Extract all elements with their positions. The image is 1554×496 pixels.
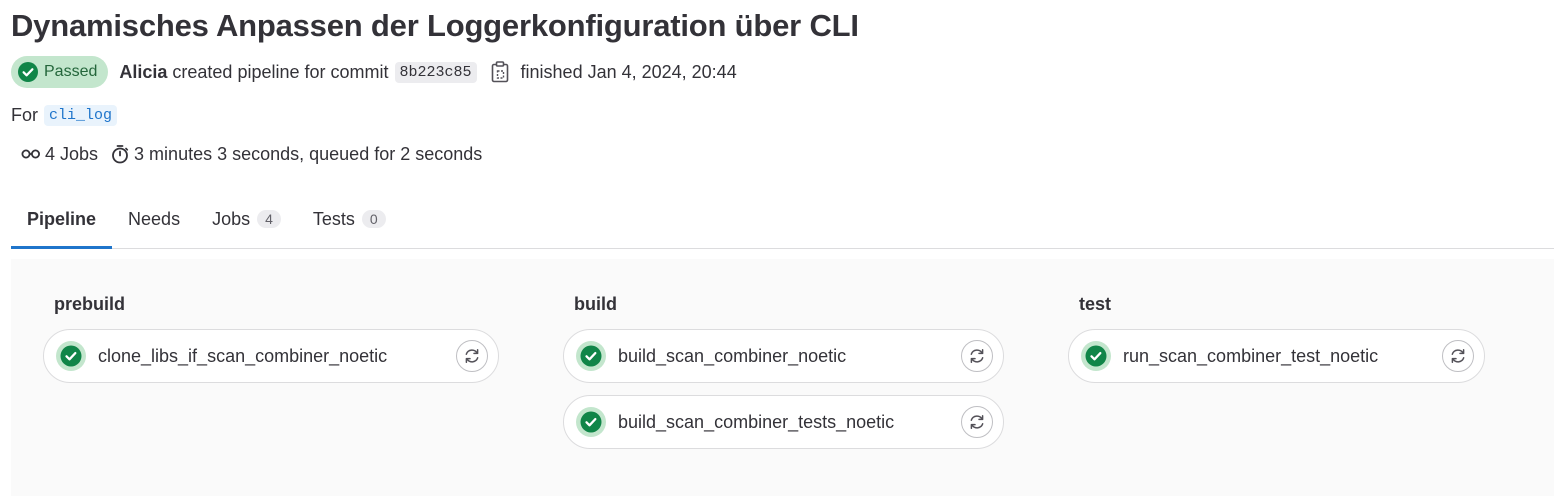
- retry-job-button[interactable]: [456, 340, 488, 372]
- job-card[interactable]: clone_libs_if_scan_combiner_noetic: [43, 329, 499, 383]
- job-card[interactable]: build_scan_combiner_noetic: [563, 329, 1004, 383]
- tab-count-badge: 4: [257, 210, 281, 228]
- status-label: Passed: [44, 63, 98, 80]
- job-card[interactable]: run_scan_combiner_test_noetic: [1068, 329, 1485, 383]
- retry-icon: [1451, 349, 1465, 363]
- retry-job-button[interactable]: [961, 406, 993, 438]
- pipeline-meta: Passed Alicia created pipeline for commi…: [11, 56, 737, 88]
- page-title: Dynamisches Anpassen der Loggerkonfigura…: [11, 8, 859, 43]
- retry-job-button[interactable]: [1442, 340, 1474, 372]
- check-circle-icon: [56, 341, 86, 371]
- tab-count-badge: 0: [361, 210, 386, 228]
- branch-ref-link[interactable]: cli_log: [44, 104, 118, 126]
- pipeline-icon: [21, 149, 40, 159]
- job-name: run_scan_combiner_test_noetic: [1123, 345, 1379, 366]
- for-label: For: [11, 104, 38, 125]
- tab-label: Jobs: [212, 208, 251, 229]
- tab-needs[interactable]: Needs: [112, 190, 196, 248]
- tab-label: Needs: [128, 208, 181, 229]
- finished-time: finished Jan 4, 2024, 20:44: [520, 61, 737, 82]
- job-card[interactable]: build_scan_combiner_tests_noetic: [563, 395, 1004, 449]
- timer-icon: [112, 145, 129, 164]
- tab-jobs[interactable]: Jobs 4: [196, 190, 297, 248]
- retry-job-button[interactable]: [961, 340, 993, 372]
- author-name[interactable]: Alicia: [119, 62, 167, 83]
- check-circle-icon: [576, 341, 606, 371]
- jobs-count: 4 Jobs: [45, 143, 99, 164]
- stage-title-test: test: [1079, 294, 1112, 314]
- check-circle-icon: [1081, 341, 1111, 371]
- retry-icon: [465, 349, 479, 363]
- job-name: build_scan_combiner_tests_noetic: [618, 411, 895, 432]
- ref-row: For cli_log: [11, 103, 118, 127]
- stage-title-build: build: [574, 294, 617, 314]
- commit-sha-link[interactable]: 8b223c85: [394, 61, 477, 83]
- retry-icon: [970, 349, 984, 363]
- check-circle-icon: [576, 407, 606, 437]
- stage-title-prebuild: prebuild: [54, 294, 125, 314]
- pipeline-graph: prebuild build test clone_libs_if_scan_c…: [11, 259, 1554, 496]
- copy-commit-button[interactable]: [489, 60, 511, 84]
- duration-text: 3 minutes 3 seconds, queued for 2 second…: [134, 143, 483, 164]
- check-circle-icon: [18, 62, 38, 82]
- status-badge[interactable]: Passed: [11, 56, 109, 88]
- tab-tests[interactable]: Tests 0: [297, 190, 402, 248]
- created-text: created pipeline for commit: [172, 61, 389, 82]
- pipeline-stats: 4 Jobs 3 minutes 3 seconds, queued for 2…: [21, 142, 482, 166]
- job-name: build_scan_combiner_noetic: [618, 345, 847, 366]
- tab-label: Tests: [312, 208, 355, 229]
- tab-label: Pipeline: [27, 208, 97, 229]
- clipboard-icon: [491, 61, 508, 83]
- job-name: clone_libs_if_scan_combiner_noetic: [98, 345, 388, 366]
- retry-icon: [970, 415, 984, 429]
- tab-pipeline[interactable]: Pipeline: [11, 190, 113, 249]
- pipeline-tabs: Pipeline Needs Jobs 4 Tests 0: [11, 190, 1554, 249]
